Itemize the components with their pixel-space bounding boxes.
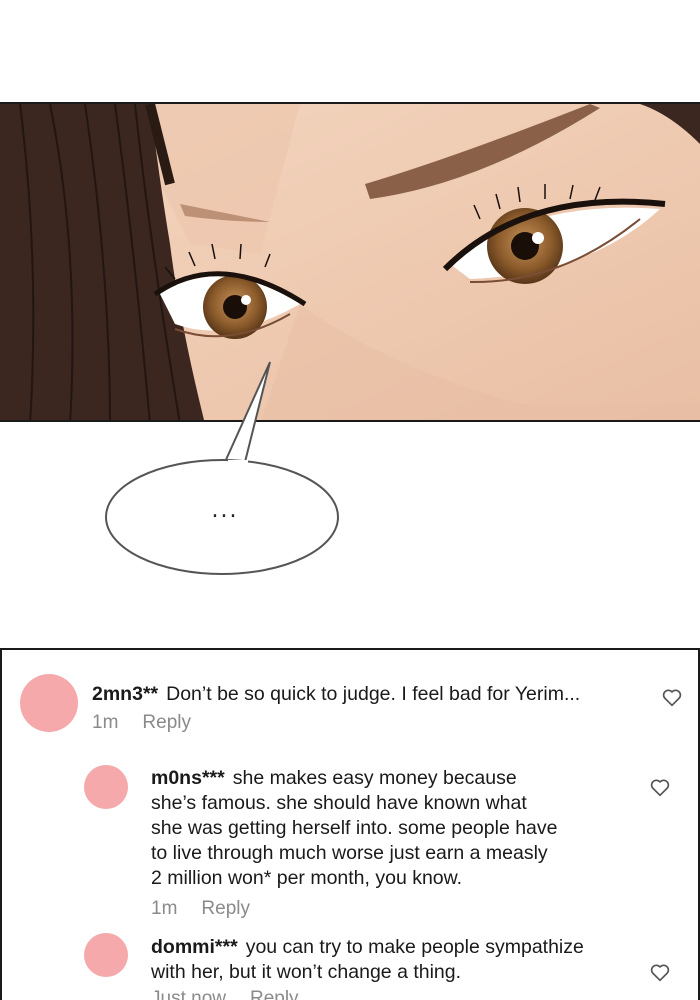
comment-meta: 1m Reply: [151, 898, 274, 920]
avatar[interactable]: [84, 933, 128, 977]
reply-button[interactable]: Reply: [250, 988, 299, 1000]
comment-text-line: 2 million won* per month, you know.: [151, 867, 463, 889]
comment-meta: 1m Reply: [92, 712, 215, 734]
heart-outline-icon[interactable]: [661, 687, 683, 709]
speech-bubble-text: ...: [211, 498, 239, 523]
comment-body: dommi*** you can try to make people sympa…: [151, 935, 651, 985]
comment-username[interactable]: 2mn3**: [92, 683, 158, 705]
comment-text-line: you can try to make people sympathize: [245, 936, 584, 958]
comment-text-line: she was getting herself into. some peopl…: [151, 817, 558, 839]
comment-text-line: she makes easy money because: [232, 767, 517, 789]
comment-username[interactable]: m0ns***: [151, 767, 225, 789]
comment-body: 2mn3** Don’t be so quick to judge. I feel…: [92, 682, 652, 707]
reply-button[interactable]: Reply: [142, 712, 191, 733]
comment-time: Just now: [151, 988, 226, 1000]
comments-section: 2mn3** Don’t be so quick to judge. I feel…: [0, 648, 700, 1000]
comment: 2mn3** Don’t be so quick to judge. I feel…: [2, 650, 698, 750]
comment-time: 1m: [92, 712, 119, 733]
reply-button[interactable]: Reply: [201, 898, 250, 919]
comment-time: 1m: [151, 898, 178, 919]
eyes-illustration: [0, 104, 700, 420]
comment-text-line: she’s famous. she should have known what: [151, 792, 527, 814]
comic-panel: [0, 102, 700, 422]
comment-text-line: to live through much worse just earn a m…: [151, 842, 548, 864]
comment-text-line: with her, but it won’t change a thing.: [151, 961, 462, 983]
avatar[interactable]: [20, 674, 78, 732]
avatar[interactable]: [84, 765, 128, 809]
heart-outline-icon[interactable]: [649, 962, 671, 984]
comment-username[interactable]: dommi***: [151, 936, 238, 958]
comment-reply: m0ns*** she makes easy money because she’…: [2, 750, 698, 925]
comment-text: Don’t be so quick to judge. I feel bad f…: [166, 683, 581, 705]
comment-body: m0ns*** she makes easy money because she’…: [151, 766, 651, 891]
heart-outline-icon[interactable]: [649, 777, 671, 799]
comment-meta: Just now Reply: [151, 988, 323, 1000]
comment-reply: dommi*** you can try to make people sympa…: [2, 925, 698, 1000]
